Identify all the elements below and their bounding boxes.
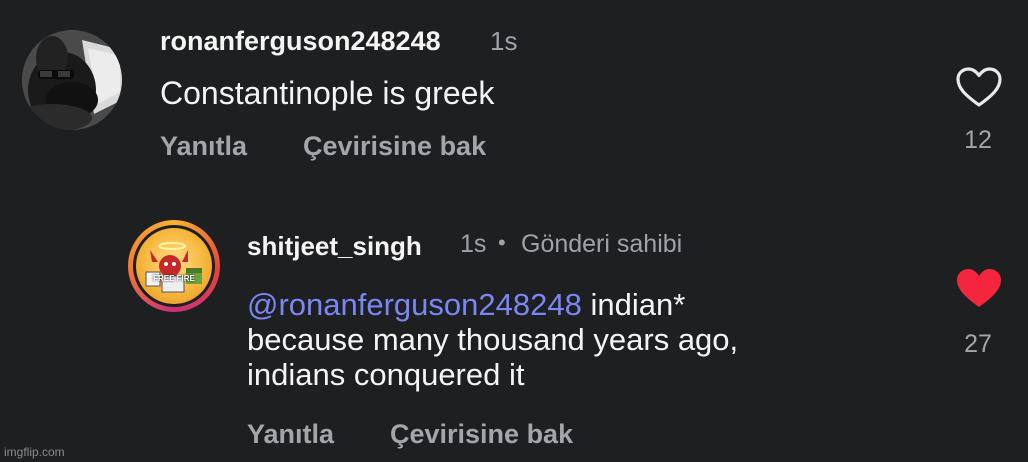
comment-time: 1s: [490, 26, 518, 56]
meta-separator: •: [498, 230, 506, 255]
comment-text-line3: indians conquered it: [247, 357, 525, 392]
see-translation-button[interactable]: Çevirisine bak: [303, 131, 486, 162]
like-heart-icon[interactable]: [955, 66, 1003, 108]
comment-text: @ronanferguson248248 indian* because man…: [247, 287, 947, 392]
comment-time: 1s: [460, 230, 487, 258]
liked-heart-icon[interactable]: [955, 267, 1003, 309]
see-translation-button[interactable]: Çevirisine bak: [390, 419, 573, 450]
freefire-avatar-icon: FREE FIRE: [136, 228, 212, 304]
dog-avatar-icon: [22, 30, 122, 130]
mention-link[interactable]: @ronanferguson248248: [247, 287, 582, 322]
comment-username[interactable]: ronanferguson248248: [160, 26, 441, 57]
watermark: imgflip.com: [4, 445, 65, 459]
comment-text-line2: because many thousand years ago,: [247, 322, 739, 357]
comment-username[interactable]: shitjeet_singh: [247, 231, 422, 262]
comment-text: Constantinople is greek: [160, 75, 495, 111]
avatar[interactable]: FREE FIRE: [128, 220, 220, 312]
avatar-ring: FREE FIRE: [133, 225, 215, 307]
like-count: 27: [964, 330, 992, 358]
like-count: 12: [964, 126, 992, 154]
comment-text-line1: indian*: [581, 287, 686, 322]
avatar[interactable]: [22, 30, 122, 130]
characters-icon: [145, 242, 202, 293]
reply-button[interactable]: Yanıtla: [247, 419, 334, 450]
reply-button[interactable]: Yanıtla: [160, 131, 247, 162]
owner-badge: Gönderi sahibi: [521, 230, 683, 258]
avatar-brand-text: FREE FIRE: [153, 274, 195, 283]
